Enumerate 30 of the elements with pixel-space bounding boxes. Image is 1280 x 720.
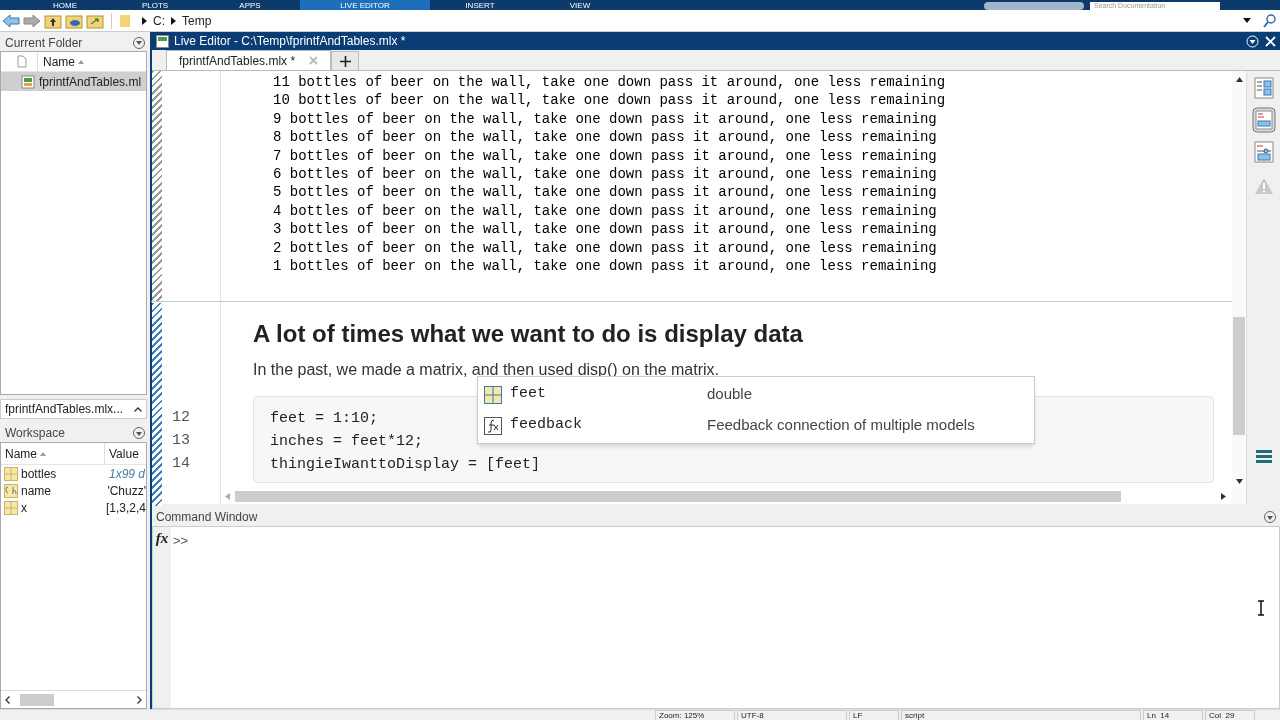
output-line: 1 bottles of beer on the wall, take one down pass it around, one less remaining [273,257,938,276]
output-line: 10 bottles of beer on the wall, take one down pass it around, one less remaining [273,91,947,110]
status-field: Ln 14 [1143,710,1203,720]
section-heading: A lot of times what we want to do is display data [253,319,804,349]
output-line: 11 bottles of beer on the wall, take one down pass it around, one less remaining [273,73,947,92]
panel-title: Workspace [5,425,65,442]
output-line: 8 bottles of beer on the wall, take one down pass it around, one less remaining [273,128,938,147]
status-field: LF [849,710,899,720]
output-line: 9 bottles of beer on the wall, take one down pass it around, one less remaining [273,109,938,129]
line-number: 14 [172,454,191,474]
output-line: 2 bottles of beer on the wall, take one down pass it around, one less remaining [273,238,938,258]
status-field: UTF-8 [737,710,847,720]
details-label: fprintfAndTables.mlx... [5,401,124,418]
output-line: 7 bottles of beer on the wall, take one down pass it around, one less remaining [273,146,938,166]
window-title: Live Editor - C:\Temp\fprintfAndTables.mlx * [174,33,406,50]
status-field: Zoom: 125% [655,710,735,720]
panel-title: Command Window [156,509,258,526]
status-field: script [901,710,1141,720]
output-line: 6 bottles of beer on the wall, take one down pass it around, one less remaining [273,165,938,184]
output-line: 5 bottles of beer on the wall, take one down pass it around, one less remaining [273,183,938,202]
line-number: 13 [172,431,191,451]
variable-value: [1,3,2,4 [104,499,146,517]
variable-value: 1x99 d [108,465,146,483]
output-line: 4 bottles of beer on the wall, take one down pass it around, one less remaining [273,201,938,221]
status-field: Col 29 [1205,710,1255,720]
paragraph-text: In the past, we made a matrix, and then used disp() on the matrix. [253,360,720,380]
line-number: 12 [172,408,191,428]
output-line: 3 bottles of beer on the wall, take one down pass it around, one less remaining [273,220,938,239]
variable-value: 'Chuzz' [106,482,146,500]
panel-title: Current Folder [5,34,83,52]
